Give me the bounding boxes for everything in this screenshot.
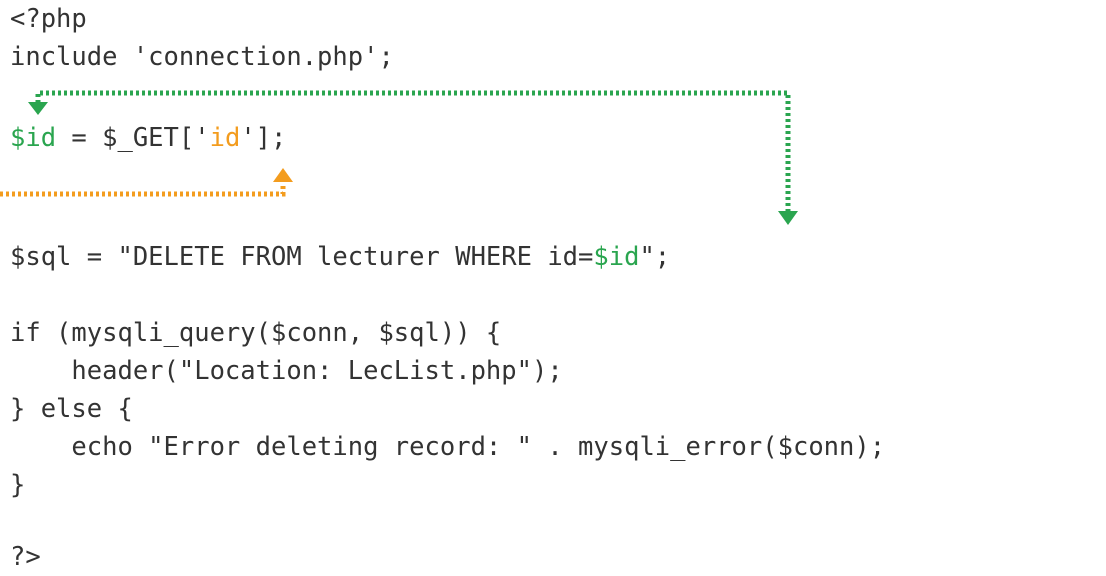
code-line-sql: $sql = "DELETE FROM lecturer WHERE id=$i… — [10, 238, 670, 276]
get-access-end: ']; — [240, 123, 287, 153]
code-line-if: if (mysqli_query($conn, $sql)) { — [10, 318, 502, 348]
id-variable-usage: $id — [593, 242, 640, 272]
arrow-up-orange-icon — [273, 168, 293, 182]
arrow-down-green-icon-2 — [778, 211, 798, 225]
code-line-php-open: <?php — [10, 4, 87, 34]
get-id-key: id — [209, 123, 241, 153]
green-dataflow-arrow — [28, 90, 798, 225]
php-code-block: <?php include 'connection.php'; $id = $_… — [10, 0, 885, 572]
code-line-close-brace: } — [10, 470, 26, 500]
code-line-header: header("Location: LecList.php"); — [10, 356, 563, 386]
dataflow-arrows — [0, 90, 798, 225]
code-line-include: include 'connection.php'; — [10, 42, 394, 72]
code-line-echo: echo "Error deleting record: " . mysqli_… — [10, 432, 886, 462]
id-variable-definition: $id — [10, 123, 57, 153]
code-line-id-assign: $id = $_GET['id']; — [10, 119, 286, 157]
orange-dataflow-arrow — [0, 168, 293, 197]
sql-string-start: $sql = "DELETE FROM lecturer WHERE id= — [10, 242, 594, 272]
get-access-start: = $_GET[' — [56, 123, 210, 153]
sql-string-end: "; — [639, 242, 671, 272]
code-line-php-close: ?> — [10, 542, 41, 572]
code-line-else: } else { — [10, 394, 133, 424]
